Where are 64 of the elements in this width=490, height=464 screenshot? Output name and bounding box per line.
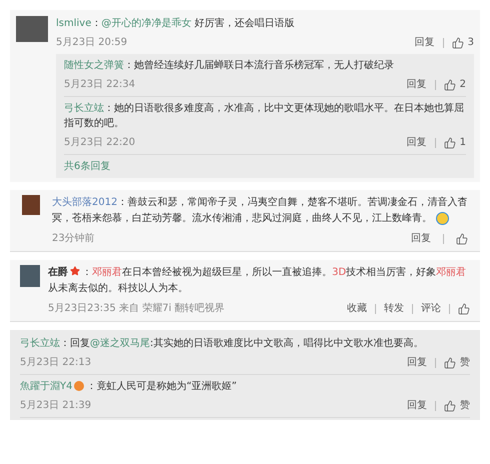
comment-text: 大头部落2012：善鼓云和瑟，常闻帝子灵，冯夷空自舞，楚客不堪听。苦调凄金石，清音入杳冥，苍梧来怨慕，白芷动芳馨。流水传湘浦，悲风过洞庭，曲终人不见，江上数峰青。: [52, 196, 468, 227]
like-count: 赞: [460, 399, 470, 413]
thumbs-up-icon: [444, 356, 456, 368]
divider: [434, 80, 436, 90]
reply-link[interactable]: 回复: [407, 398, 427, 413]
action-link[interactable]: 转发: [384, 301, 404, 316]
username-link[interactable]: 魚躍于淵Y4: [20, 381, 72, 392]
divider: [375, 304, 376, 314]
timestamp: 23分钟前: [52, 232, 95, 246]
thumbs-up-icon: [458, 302, 470, 314]
divider: [412, 304, 413, 314]
divider: [434, 138, 436, 148]
like-button[interactable]: 2: [444, 77, 466, 92]
avatar: [16, 16, 48, 42]
username-link[interactable]: 在爵: [48, 267, 68, 278]
username-link[interactable]: 弓长立竑: [20, 338, 60, 349]
comment-text: 魚躍于淵Y4 ：竟虹人民可是称她为“亚洲歌姬”: [20, 380, 238, 394]
avatar: [22, 195, 40, 215]
comment-text: 在爵 ：邓丽君在日本曾经被视为超级巨星，所以一直被追捧。3D技术相当厉害，好象邓丽君 从未离去似的。科技以人为本。: [48, 265, 468, 296]
like-button[interactable]: [458, 302, 470, 314]
timestamp: 5月23日 22:34: [64, 78, 136, 92]
like-button[interactable]: 赞: [444, 398, 470, 413]
mention-link[interactable]: @迷之双马尾: [90, 338, 150, 349]
reply-link[interactable]: 回复: [407, 355, 427, 370]
post-meta: 5月23日23:35 来自 荣耀7i 翻转吧视界: [48, 302, 225, 316]
mention-link[interactable]: @开心的净净是乖女: [101, 18, 192, 29]
like-count: 3: [468, 36, 474, 50]
like-button[interactable]: 赞: [444, 355, 470, 370]
like-count: 2: [460, 78, 466, 92]
comment-text: 随性女之弹簧：她曾经连续好几届蝉联日本流行音乐榜冠军，无人打破纪录: [64, 58, 395, 73]
action-link[interactable]: 收藏: [347, 301, 367, 316]
more-replies-link[interactable]: 共6条回复: [64, 155, 466, 178]
like-button[interactable]: [456, 232, 468, 244]
like-button[interactable]: 1: [444, 135, 466, 150]
divider: [449, 304, 450, 314]
like-count: 赞: [460, 356, 470, 370]
reply-link[interactable]: 回复: [414, 35, 435, 50]
username-link[interactable]: 大头部落2012: [52, 197, 118, 208]
timestamp: 5月23日 22:13: [20, 356, 92, 370]
reply-link[interactable]: 回复: [411, 231, 431, 246]
reply-link[interactable]: 回复: [406, 77, 427, 92]
thumbs-up-icon: [444, 78, 456, 90]
thumbs-up-icon: [444, 400, 456, 412]
comment-text: 弓长立竑：回复@迷之双马尾:其实她的日语歌难度比中文歌高，唱得比中文歌水准也要高。: [20, 336, 424, 351]
thumbs-up-icon: [456, 232, 468, 244]
like-count: 1: [460, 136, 466, 150]
username-link[interactable]: lsmlive: [56, 18, 92, 29]
divider: [435, 400, 436, 410]
comment-text: 弓长立竑：她的日语歌很多难度高，水准高，比中文更体现她的歌唱水平。在日本她也算屈指可数的吧。: [64, 102, 465, 131]
like-button[interactable]: 3: [452, 35, 474, 50]
comment-text: lsmlive：@开心的净净是乖女 好厉害，还会唱日语版: [56, 16, 296, 31]
avatar: [20, 265, 40, 287]
action-link[interactable]: 评论: [421, 301, 441, 316]
reply-link[interactable]: 回复: [406, 135, 427, 150]
thumbs-up-icon: [452, 36, 464, 48]
divider: [442, 38, 444, 48]
divider: [435, 358, 436, 368]
thumbs-up-icon: [444, 136, 456, 148]
username-link[interactable]: 随性女之弹簧: [64, 60, 124, 71]
username-link[interactable]: 弓长立竑: [64, 103, 104, 114]
timestamp: 5月23日 20:59: [56, 36, 128, 50]
timestamp: 5月23日 21:39: [20, 399, 92, 413]
timestamp: 5月23日 22:20: [64, 136, 136, 150]
divider: [443, 234, 444, 244]
